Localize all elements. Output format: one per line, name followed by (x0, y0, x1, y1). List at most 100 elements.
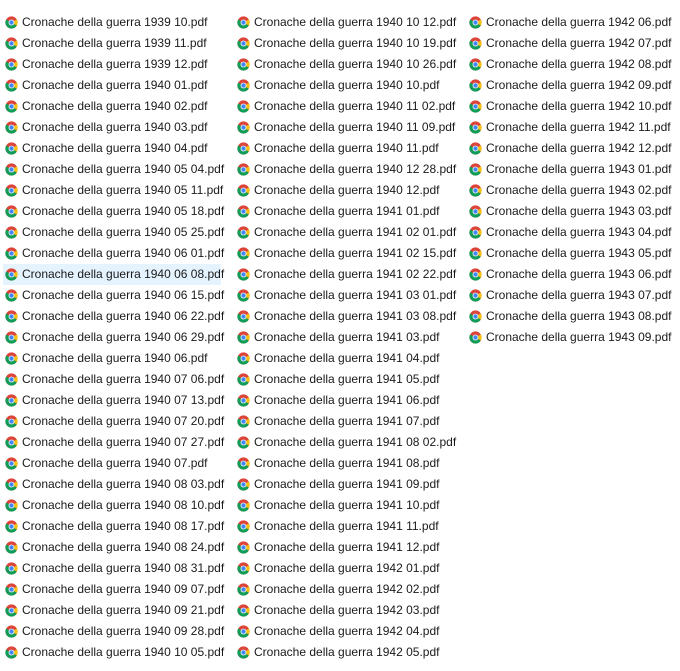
file-item[interactable]: Cronache della guerra 1941 09.pdf (235, 474, 455, 495)
file-name-label: Cronache della guerra 1940 09 07.pdf (22, 582, 225, 596)
file-item[interactable]: Cronache della guerra 1942 01.pdf (235, 558, 455, 579)
file-item[interactable]: Cronache della guerra 1941 01.pdf (235, 201, 455, 222)
file-name-label: Cronache della guerra 1941 08.pdf (254, 456, 440, 470)
file-item[interactable]: Cronache della guerra 1941 03 01.pdf (235, 285, 456, 306)
file-item[interactable]: Cronache della guerra 1942 02.pdf (235, 579, 455, 600)
chrome-pdf-icon (237, 646, 250, 659)
file-item[interactable]: Cronache della guerra 1943 03.pdf (467, 201, 677, 222)
file-item[interactable]: Cronache della guerra 1941 02 01.pdf (235, 222, 456, 243)
file-item[interactable]: Cronache della guerra 1940 04.pdf (3, 138, 221, 159)
file-item[interactable]: Cronache della guerra 1943 02.pdf (467, 180, 677, 201)
file-item[interactable]: Cronache della guerra 1940 09 28.pdf (3, 621, 225, 642)
file-item[interactable]: Cronache della guerra 1940 06 29.pdf (3, 327, 224, 348)
file-name-label: Cronache della guerra 1943 08.pdf (486, 309, 672, 323)
file-item[interactable]: Cronache della guerra 1939 11.pdf (3, 33, 221, 54)
file-item[interactable]: Cronache della guerra 1942 04.pdf (235, 621, 455, 642)
file-item[interactable]: Cronache della guerra 1940 11.pdf (235, 138, 455, 159)
file-item[interactable]: Cronache della guerra 1940 05 11.pdf (3, 180, 223, 201)
file-item[interactable]: Cronache della guerra 1940 05 18.pdf (3, 201, 224, 222)
file-item[interactable]: Cronache della guerra 1940 10 05.pdf (3, 642, 224, 663)
file-item[interactable]: Cronache della guerra 1940 05 04.pdf (3, 159, 224, 180)
file-name-label: Cronache della guerra 1941 05.pdf (254, 372, 440, 386)
file-item[interactable]: Cronache della guerra 1941 05.pdf (235, 369, 455, 390)
file-item[interactable]: Cronache della guerra 1941 08.pdf (235, 453, 455, 474)
file-item[interactable]: Cronache della guerra 1939 10.pdf (3, 12, 221, 33)
file-item[interactable]: Cronache della guerra 1940 05 25.pdf (3, 222, 224, 243)
file-item[interactable]: Cronache della guerra 1940 10 19.pdf (235, 33, 456, 54)
file-item[interactable]: Cronache della guerra 1941 11.pdf (235, 516, 455, 537)
chrome-pdf-icon (5, 457, 18, 470)
file-item[interactable]: Cronache della guerra 1942 12.pdf (467, 138, 677, 159)
file-item[interactable]: Cronache della guerra 1940 10 26.pdf (235, 54, 456, 75)
file-item[interactable]: Cronache della guerra 1940 10 12.pdf (235, 12, 456, 33)
file-item[interactable]: Cronache della guerra 1940 08 17.pdf (3, 516, 224, 537)
file-item[interactable]: Cronache della guerra 1942 06.pdf (467, 12, 677, 33)
file-item[interactable]: Cronache della guerra 1943 04.pdf (467, 222, 677, 243)
file-item[interactable]: Cronache della guerra 1943 08.pdf (467, 306, 677, 327)
file-list: Cronache della guerra 1939 10.pdf Cronach… (0, 0, 680, 671)
file-item[interactable]: Cronache della guerra 1943 07.pdf (467, 285, 677, 306)
file-item[interactable]: Cronache della guerra 1943 01.pdf (467, 159, 677, 180)
file-item[interactable]: Cronache della guerra 1942 07.pdf (467, 33, 677, 54)
file-item[interactable]: Cronache della guerra 1941 04.pdf (235, 348, 455, 369)
chrome-pdf-icon (5, 310, 18, 323)
file-name-label: Cronache della guerra 1941 03.pdf (254, 330, 440, 344)
file-item[interactable]: Cronache della guerra 1940 06 22.pdf (3, 306, 224, 327)
file-item[interactable]: Cronache della guerra 1940 08 31.pdf (3, 558, 224, 579)
file-item[interactable]: Cronache della guerra 1940 09 21.pdf (3, 600, 224, 621)
file-item[interactable]: Cronache della guerra 1941 08 02.pdf (235, 432, 456, 453)
file-column-3: Cronache della guerra 1942 06.pdf Cronach… (467, 12, 677, 348)
file-item[interactable]: Cronache della guerra 1943 09.pdf (467, 327, 677, 348)
chrome-pdf-icon (237, 499, 250, 512)
file-item[interactable]: Cronache della guerra 1940 09 07.pdf (3, 579, 225, 600)
file-item[interactable]: Cronache della guerra 1942 09.pdf (467, 75, 677, 96)
file-item[interactable]: Cronache della guerra 1940 07.pdf (3, 453, 221, 474)
file-item[interactable]: Cronache della guerra 1941 02 15.pdf (235, 243, 457, 264)
file-item[interactable]: Cronache della guerra 1942 11.pdf (467, 117, 677, 138)
file-name-label: Cronache della guerra 1942 06.pdf (486, 15, 672, 29)
file-item[interactable]: Cronache della guerra 1940 08 03.pdf (3, 474, 224, 495)
file-item[interactable]: Cronache della guerra 1942 08.pdf (467, 54, 677, 75)
file-item[interactable]: Cronache della guerra 1942 05.pdf (235, 642, 455, 663)
file-item[interactable]: Cronache della guerra 1940 07 13.pdf (3, 390, 224, 411)
file-name-label: Cronache della guerra 1941 02 15.pdf (254, 246, 457, 260)
file-item[interactable]: Cronache della guerra 1940 01.pdf (3, 75, 221, 96)
file-name-label: Cronache della guerra 1941 12.pdf (254, 540, 440, 554)
file-item[interactable]: Cronache della guerra 1941 10.pdf (235, 495, 455, 516)
file-item[interactable]: Cronache della guerra 1943 06.pdf (467, 264, 677, 285)
file-item[interactable]: Cronache della guerra 1940 11 09.pdf (235, 117, 455, 138)
file-name-label: Cronache della guerra 1940 06.pdf (22, 351, 208, 365)
file-name-label: Cronache della guerra 1940 09 28.pdf (22, 624, 225, 638)
chrome-pdf-icon (5, 541, 18, 554)
file-item[interactable]: Cronache della guerra 1941 07.pdf (235, 411, 455, 432)
file-item[interactable]: Cronache della guerra 1940 08 24.pdf (3, 537, 224, 558)
file-item[interactable]: Cronache della guerra 1940 12 28.pdf (235, 159, 456, 180)
file-item[interactable]: Cronache della guerra 1940 02.pdf (3, 96, 221, 117)
file-item[interactable]: Cronache della guerra 1941 02 22.pdf (235, 264, 456, 285)
file-item[interactable]: Cronache della guerra 1940 06 01.pdf (3, 243, 224, 264)
file-item[interactable]: Cronache della guerra 1940 12.pdf (235, 180, 455, 201)
file-item[interactable]: Cronache della guerra 1940 11 02.pdf (235, 96, 455, 117)
file-item[interactable]: Cronache della guerra 1941 06.pdf (235, 390, 455, 411)
file-item[interactable]: Cronache della guerra 1940 07 06.pdf (3, 369, 224, 390)
file-item[interactable]: Cronache della guerra 1940 06 15.pdf (3, 285, 224, 306)
file-name-label: Cronache della guerra 1942 10.pdf (486, 99, 672, 113)
file-item[interactable]: Cronache della guerra 1941 12.pdf (235, 537, 455, 558)
file-name-label: Cronache della guerra 1941 04.pdf (254, 351, 440, 365)
file-item[interactable]: Cronache della guerra 1940 07 27.pdf (3, 432, 224, 453)
chrome-pdf-icon (5, 583, 18, 596)
file-name-label: Cronache della guerra 1940 07 20.pdf (22, 414, 225, 428)
file-item[interactable]: Cronache della guerra 1943 05.pdf (467, 243, 677, 264)
file-item[interactable]: Cronache della guerra 1939 12.pdf (3, 54, 221, 75)
file-item[interactable]: Cronache della guerra 1940 03.pdf (3, 117, 221, 138)
file-item[interactable]: Cronache della guerra 1940 08 10.pdf (3, 495, 224, 516)
file-item[interactable]: Cronache della guerra 1940 06.pdf (3, 348, 221, 369)
file-item[interactable]: Cronache della guerra 1940 06 08.pdf (3, 264, 224, 285)
file-item[interactable]: Cronache della guerra 1940 07 20.pdf (3, 411, 225, 432)
file-item[interactable]: Cronache della guerra 1940 10.pdf (235, 75, 455, 96)
file-item[interactable]: Cronache della guerra 1941 03 08.pdf (235, 306, 456, 327)
file-item[interactable]: Cronache della guerra 1941 03.pdf (235, 327, 455, 348)
file-item[interactable]: Cronache della guerra 1942 03.pdf (235, 600, 455, 621)
file-item[interactable]: Cronache della guerra 1942 10.pdf (467, 96, 677, 117)
chrome-pdf-icon (237, 541, 250, 554)
